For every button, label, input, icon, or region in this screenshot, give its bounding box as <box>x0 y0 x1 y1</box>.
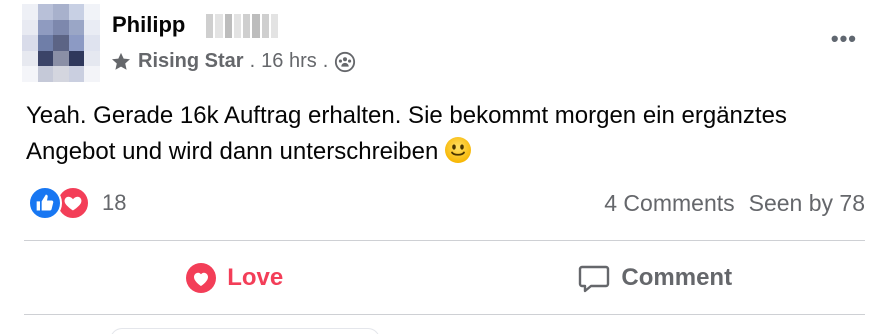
comments-count-link[interactable]: 4 Comments <box>604 190 734 217</box>
love-reaction-icon <box>186 263 217 293</box>
badge-label[interactable]: Rising Star <box>138 50 244 73</box>
comment-preview-edge <box>110 328 380 334</box>
star-badge-icon <box>110 51 132 73</box>
group-icon <box>334 51 356 73</box>
comment-button[interactable]: Comment <box>445 246 866 310</box>
comment-icon <box>579 265 610 293</box>
love-button-label: Love <box>227 264 284 291</box>
meta-separator: . <box>322 50 329 72</box>
post-stats: 4 Comments Seen by 78 <box>604 190 865 217</box>
author-name[interactable]: Philipp <box>112 12 185 38</box>
more-options-icon[interactable]: ••• <box>831 28 857 50</box>
reaction-count: 18 <box>102 190 127 215</box>
post-text: Yeah. Gerade 16k Auftrag erhalten. Sie b… <box>26 102 787 165</box>
love-button[interactable]: Love <box>24 246 445 310</box>
divider <box>24 314 865 315</box>
author-surname-blurred <box>206 14 278 38</box>
post-actions: Love Comment <box>24 246 865 310</box>
author-avatar[interactable] <box>22 4 100 82</box>
divider <box>24 240 865 241</box>
post-body: Yeah. Gerade 16k Auftrag erhalten. Sie b… <box>26 98 846 170</box>
post-timestamp[interactable]: 16 hrs <box>261 50 317 73</box>
seen-by-link[interactable]: Seen by 78 <box>749 190 865 217</box>
meta-separator: . <box>249 50 256 72</box>
like-icon <box>28 186 62 220</box>
post-meta: Rising Star . 16 hrs . <box>110 50 356 73</box>
slightly-smiling-face-emoji <box>444 136 472 164</box>
reactions-summary[interactable]: 18 <box>28 186 126 220</box>
comment-button-label: Comment <box>621 264 733 291</box>
